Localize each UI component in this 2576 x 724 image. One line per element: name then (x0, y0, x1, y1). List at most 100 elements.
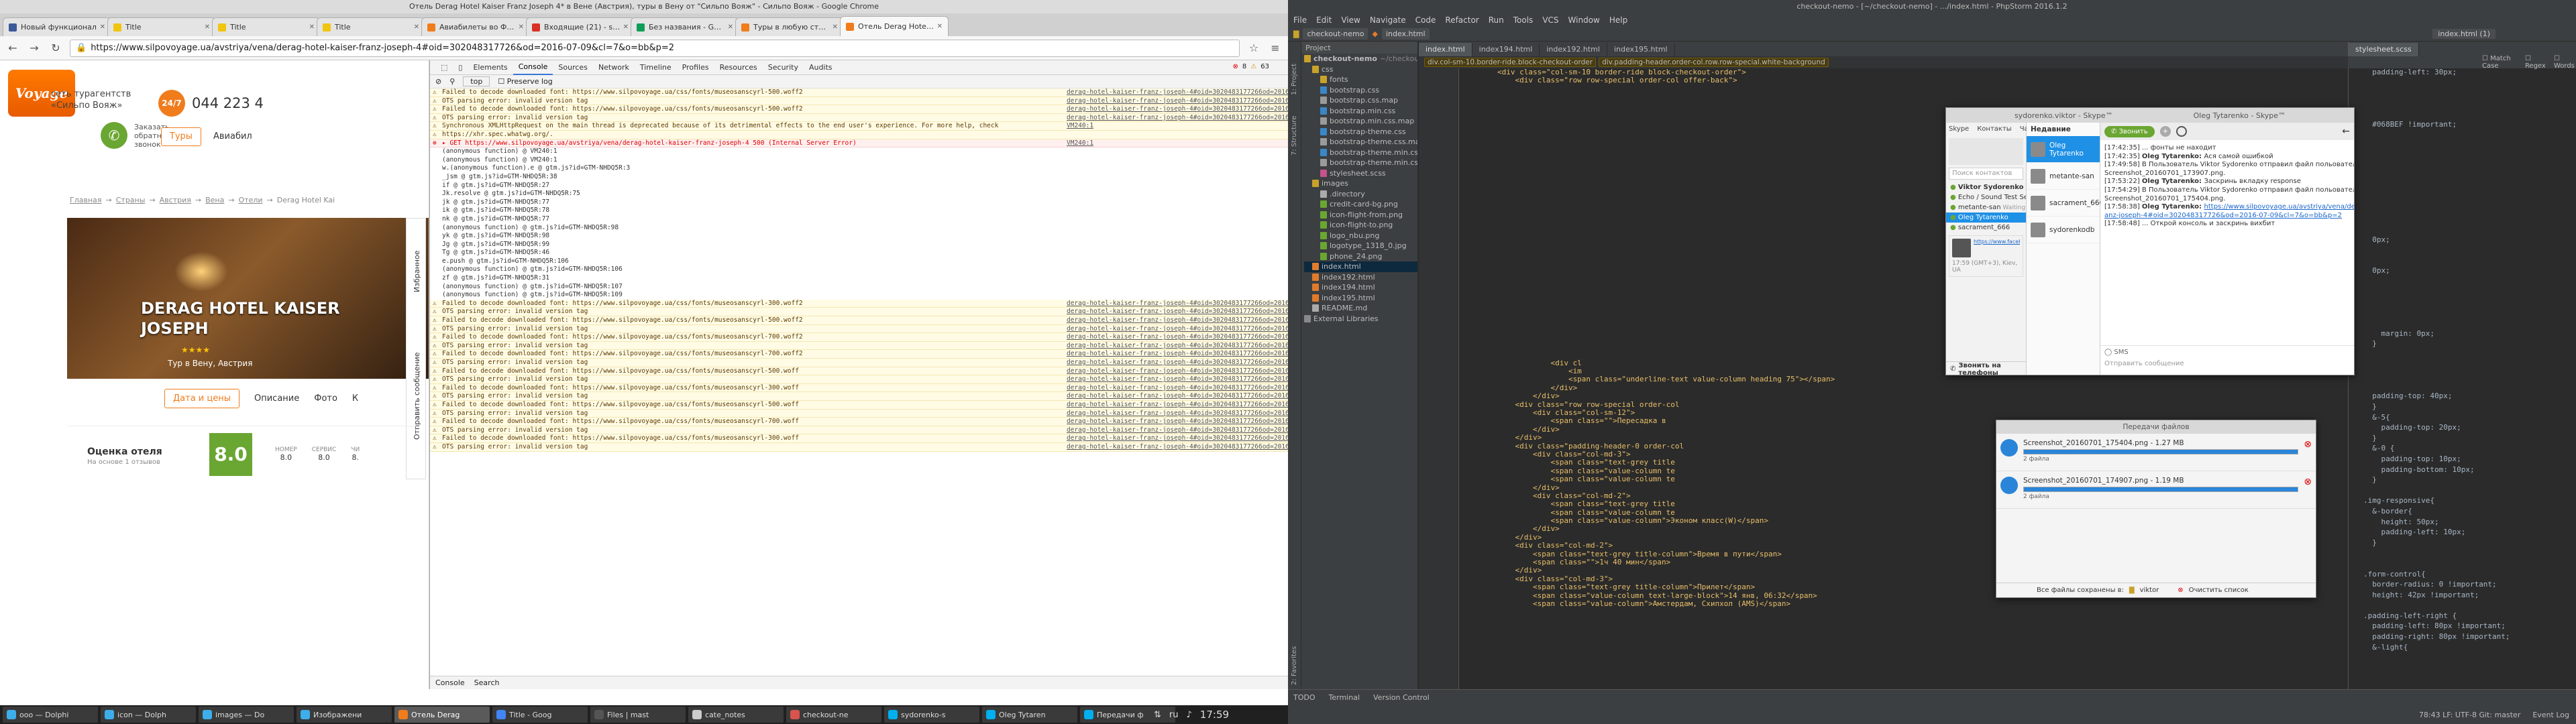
nav-project[interactable]: checkout-nemo (1303, 28, 1368, 40)
devtools-tab-elements[interactable]: Elements (468, 63, 513, 72)
devtools-tab-audits[interactable]: Audits (804, 63, 838, 72)
console-source-link[interactable] (1067, 190, 1288, 198)
tree-item[interactable]: logo_nbu.png (1304, 231, 1417, 241)
console-source-link[interactable]: derag-hotel-kaiser-franz-joseph-4#oid=30… (1067, 401, 1288, 409)
breadcrumb-link[interactable]: Страны (116, 196, 146, 204)
compose-input[interactable]: Отправить сообщение (2100, 359, 2354, 369)
project-view-select[interactable]: Project (1305, 44, 1331, 52)
inspect-icon[interactable]: ⬚ (435, 63, 453, 72)
recent-contact[interactable]: Oleg Tytarenko (2027, 136, 2100, 163)
contact-row[interactable]: ● Echo / Sound Test Service (1946, 192, 2026, 202)
console-source-link[interactable]: derag-hotel-kaiser-franz-joseph-4#oid=30… (1067, 392, 1288, 400)
tree-item[interactable]: logotype_1318_0.jpg (1304, 241, 1417, 251)
menu-icon[interactable]: ≡ (1268, 41, 1283, 56)
close-tab-icon[interactable]: ✕ (309, 23, 315, 31)
breadcrumb-tag[interactable]: div.col-sm-10.border-ride.block-checkout… (1424, 58, 1597, 67)
console-source-link[interactable] (1067, 173, 1288, 182)
phone-number[interactable]: 044 223 4 (192, 95, 264, 111)
close-tab-icon[interactable]: ✕ (414, 23, 419, 31)
menu-view[interactable]: View (1341, 15, 1360, 25)
close-tab-icon[interactable]: ✕ (833, 23, 838, 31)
close-tab-icon[interactable]: ✕ (937, 23, 943, 30)
console-source-link[interactable] (1067, 274, 1288, 283)
transfer-filename[interactable]: Screenshot_20160701_175404.png - 1.27 MB (2023, 439, 2298, 447)
menu-vcs[interactable]: VCS (1542, 15, 1558, 25)
console-source-link[interactable] (1067, 182, 1288, 190)
console-source-link[interactable] (1067, 147, 1288, 156)
transfer-filename[interactable]: Screenshot_20160701_174907.png - 1.19 MB (2023, 477, 2298, 485)
tool-window-todo[interactable]: TODO (1293, 693, 1316, 702)
browser-tab[interactable]: Title ✕ (317, 17, 425, 36)
search-option[interactable]: ☐ Match Case (2482, 55, 2518, 70)
clock[interactable]: 17:59 (1200, 709, 1229, 721)
tree-item[interactable]: index192.html (1304, 272, 1417, 283)
taskbar-item[interactable]: Отель Derag (394, 707, 490, 723)
taskbar-item[interactable]: sydorenko-s (884, 707, 979, 723)
nav-avia-link[interactable]: Авиабил (213, 131, 252, 141)
profile-link[interactable]: https://www.facebook.com/oleh (1974, 239, 2020, 257)
console-source-link[interactable]: derag-hotel-kaiser-franz-joseph-4#oid=30… (1067, 426, 1288, 434)
nav-tours-button[interactable]: Туры (161, 127, 201, 146)
back-arrow-icon[interactable]: ← (2342, 126, 2350, 137)
tree-item[interactable]: css (1304, 64, 1417, 75)
tree-item[interactable]: bootstrap.min.css (1304, 106, 1417, 117)
tree-item[interactable]: bootstrap.css (1304, 85, 1417, 96)
tree-item[interactable]: fonts (1304, 74, 1417, 85)
breadcrumb-link[interactable]: Главная (70, 196, 102, 204)
console-source-link[interactable]: derag-hotel-kaiser-franz-joseph-4#oid=30… (1067, 105, 1288, 113)
breadcrumb-link[interactable]: Вена (205, 196, 224, 204)
console-source-link[interactable]: derag-hotel-kaiser-franz-joseph-4#oid=30… (1067, 316, 1288, 324)
taskbar-item[interactable]: Изображени (297, 707, 392, 723)
tree-item[interactable]: stylesheet.scss (1304, 168, 1417, 179)
close-tab-icon[interactable]: ✕ (519, 23, 524, 31)
keyboard-layout[interactable]: ru (1169, 710, 1179, 720)
console-source-link[interactable] (1067, 164, 1288, 173)
clear-console-icon[interactable]: ⊘ (435, 77, 441, 86)
menu-code[interactable]: Code (1415, 15, 1436, 25)
forward-icon[interactable]: → (27, 41, 42, 56)
console-source-link[interactable]: derag-hotel-kaiser-franz-joseph-4#oid=30… (1067, 410, 1288, 418)
tree-item[interactable]: External Libraries (1304, 314, 1417, 324)
menu-run[interactable]: Run (1489, 15, 1504, 25)
breadcrumb-tag[interactable]: div.padding-header.order-col.row.row-spe… (1599, 58, 1829, 67)
taskbar-item[interactable]: icon — Dolph (101, 707, 196, 723)
console-source-link[interactable] (1067, 156, 1288, 165)
message-text[interactable]: https://www.silpovoyage.ua/avstriya/vena… (2204, 203, 2354, 210)
console-source-link[interactable] (1067, 215, 1288, 224)
scss-tab[interactable]: stylesheet.scss (2349, 43, 2419, 56)
cancel-icon[interactable]: ⊗ (2304, 477, 2312, 487)
menu-edit[interactable]: Edit (1316, 15, 1332, 25)
console-source-link[interactable] (1067, 265, 1288, 274)
browser-tab[interactable]: Новый функционал ✕ (3, 17, 111, 36)
device-icon[interactable]: ▯ (453, 63, 468, 72)
hotel-tab[interactable]: Описание (254, 394, 299, 404)
star-icon[interactable]: ☆ (1246, 41, 1261, 56)
sms-toggle[interactable]: ◯ SMS (2100, 346, 2354, 359)
browser-tab[interactable]: Отель Derag Hotel K ✕ (840, 16, 949, 36)
console-source-link[interactable] (1067, 224, 1288, 233)
browser-tab[interactable]: Туры в любую стран ✕ (735, 17, 844, 36)
console-source-link[interactable] (1067, 131, 1288, 139)
tree-item[interactable]: phone_24.png (1304, 251, 1417, 262)
search-option[interactable]: ☐ Words (2554, 55, 2576, 70)
skype-menu-item[interactable]: Контакты (1977, 125, 2011, 133)
tree-item[interactable]: bootstrap.css.map (1304, 95, 1417, 106)
console-source-link[interactable]: derag-hotel-kaiser-franz-joseph-4#oid=30… (1067, 333, 1288, 341)
nav-file[interactable]: index.html (1381, 28, 1430, 40)
console-source-link[interactable]: derag-hotel-kaiser-franz-joseph-4#oid=30… (1067, 418, 1288, 426)
tree-item[interactable]: .directory (1304, 189, 1417, 200)
console-source-link[interactable]: derag-hotel-kaiser-franz-joseph-4#oid=30… (1067, 325, 1288, 333)
editor-tab[interactable]: index194.html (1472, 43, 1540, 56)
close-tab-icon[interactable]: ✕ (728, 23, 733, 31)
console-source-link[interactable]: derag-hotel-kaiser-franz-joseph-4#oid=30… (1067, 443, 1288, 451)
taskbar-item[interactable]: ooo — Dolphi (3, 707, 98, 723)
console-source-link[interactable]: derag-hotel-kaiser-franz-joseph-4#oid=30… (1067, 88, 1288, 97)
tree-item[interactable]: index.html (1304, 261, 1417, 272)
console-source-link[interactable]: derag-hotel-kaiser-franz-joseph-4#oid=30… (1067, 300, 1288, 308)
tree-item[interactable]: index194.html (1304, 282, 1417, 293)
menu-help[interactable]: Help (1609, 15, 1627, 25)
browser-tab[interactable]: Входящие (21) - sydo ✕ (526, 17, 635, 36)
console-source-link[interactable]: derag-hotel-kaiser-franz-joseph-4#oid=30… (1067, 367, 1288, 375)
filter-icon[interactable]: ⚲ (449, 77, 455, 86)
preserve-log-checkbox[interactable]: ☐ Preserve log (498, 77, 552, 86)
